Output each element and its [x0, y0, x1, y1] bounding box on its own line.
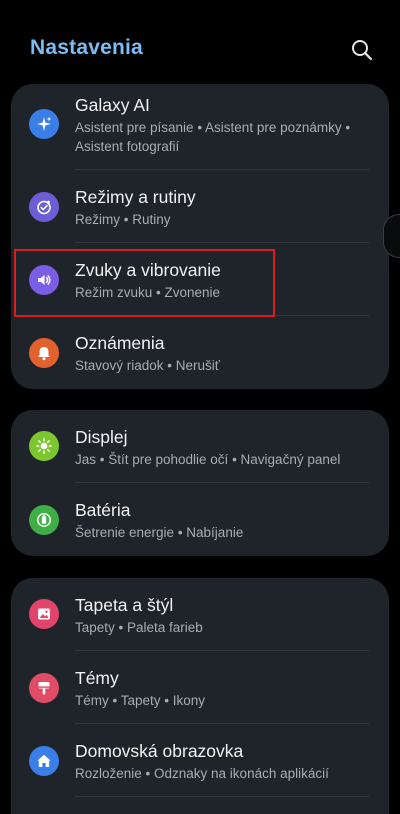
item-title: Batéria — [75, 500, 131, 520]
item-title: Zvuky a vibrovanie — [75, 260, 221, 280]
sparkle-icon — [29, 109, 59, 139]
item-subtitle: Režim zvuku • Zvonenie — [75, 285, 221, 300]
settings-screen: Nastavenia Galaxy AI Asistent pre písani… — [0, 0, 400, 814]
home-icon — [29, 746, 59, 776]
item-title: Oznámenia — [75, 333, 165, 353]
page-title: Nastavenia — [30, 36, 143, 59]
item-title: Displej — [75, 427, 128, 447]
item-subtitle: Šetrenie energie • Nabíjanie — [75, 525, 244, 540]
search-icon — [352, 40, 373, 61]
item-subtitle: Režimy • Rutiny — [75, 212, 171, 227]
item-subtitle: Jas • Štít pre pohodlie očí • Navigačný … — [75, 452, 341, 467]
edge-panel-handle[interactable] — [383, 214, 400, 258]
image-icon — [29, 599, 59, 629]
item-subtitle: Tapety • Paleta farieb — [75, 620, 203, 635]
item-title: Témy — [75, 668, 119, 688]
sun-icon — [29, 431, 59, 461]
settings-group-2: Displej Jas • Štít pre pohodlie očí • Na… — [11, 410, 389, 556]
settings-item-display[interactable]: Displej Jas • Štít pre pohodlie očí • Na… — [11, 410, 389, 483]
item-title: Domovská obrazovka — [75, 741, 244, 761]
settings-item-wallpaper-style[interactable]: Tapeta a štýl Tapety • Paleta farieb — [11, 578, 389, 651]
settings-item-notifications[interactable]: Oznámenia Stavový riadok • Nerušiť — [11, 316, 389, 389]
settings-group-3: Tapeta a štýl Tapety • Paleta farieb Tém… — [11, 578, 389, 814]
settings-item-home-screen[interactable]: Domovská obrazovka Rozloženie • Odznaky … — [11, 724, 389, 797]
settings-item-themes[interactable]: Témy Témy • Tapety • Ikony — [11, 651, 389, 724]
item-subtitle: Rozloženie • Odznaky na ikonách aplikáci… — [75, 766, 329, 781]
brush-icon — [29, 673, 59, 703]
speaker-icon — [29, 265, 59, 295]
bell-icon — [29, 338, 59, 368]
item-subtitle: Stavový riadok • Nerušiť — [75, 358, 220, 373]
routine-check-icon — [29, 192, 59, 222]
settings-item-sounds-vibration[interactable]: Zvuky a vibrovanie Režim zvuku • Zvoneni… — [11, 243, 389, 316]
header: Nastavenia — [0, 0, 400, 84]
settings-group-1: Galaxy AI Asistent pre písanie • Asisten… — [11, 84, 389, 389]
item-title: Galaxy AI — [75, 95, 150, 115]
item-subtitle: Asistent pre písanie • Asistent pre pozn… — [75, 120, 351, 154]
item-title: Tapeta a štýl — [75, 595, 174, 615]
battery-icon — [29, 505, 59, 535]
search-button[interactable] — [348, 36, 376, 64]
item-title: Režimy a rutiny — [75, 187, 196, 207]
item-subtitle: Témy • Tapety • Ikony — [75, 693, 206, 708]
settings-item-modes-routines[interactable]: Režimy a rutiny Režimy • Rutiny — [11, 170, 389, 243]
settings-item-battery[interactable]: Batéria Šetrenie energie • Nabíjanie — [11, 483, 389, 556]
settings-item-galaxy-ai[interactable]: Galaxy AI Asistent pre písanie • Asisten… — [11, 84, 389, 170]
divider — [75, 796, 369, 797]
